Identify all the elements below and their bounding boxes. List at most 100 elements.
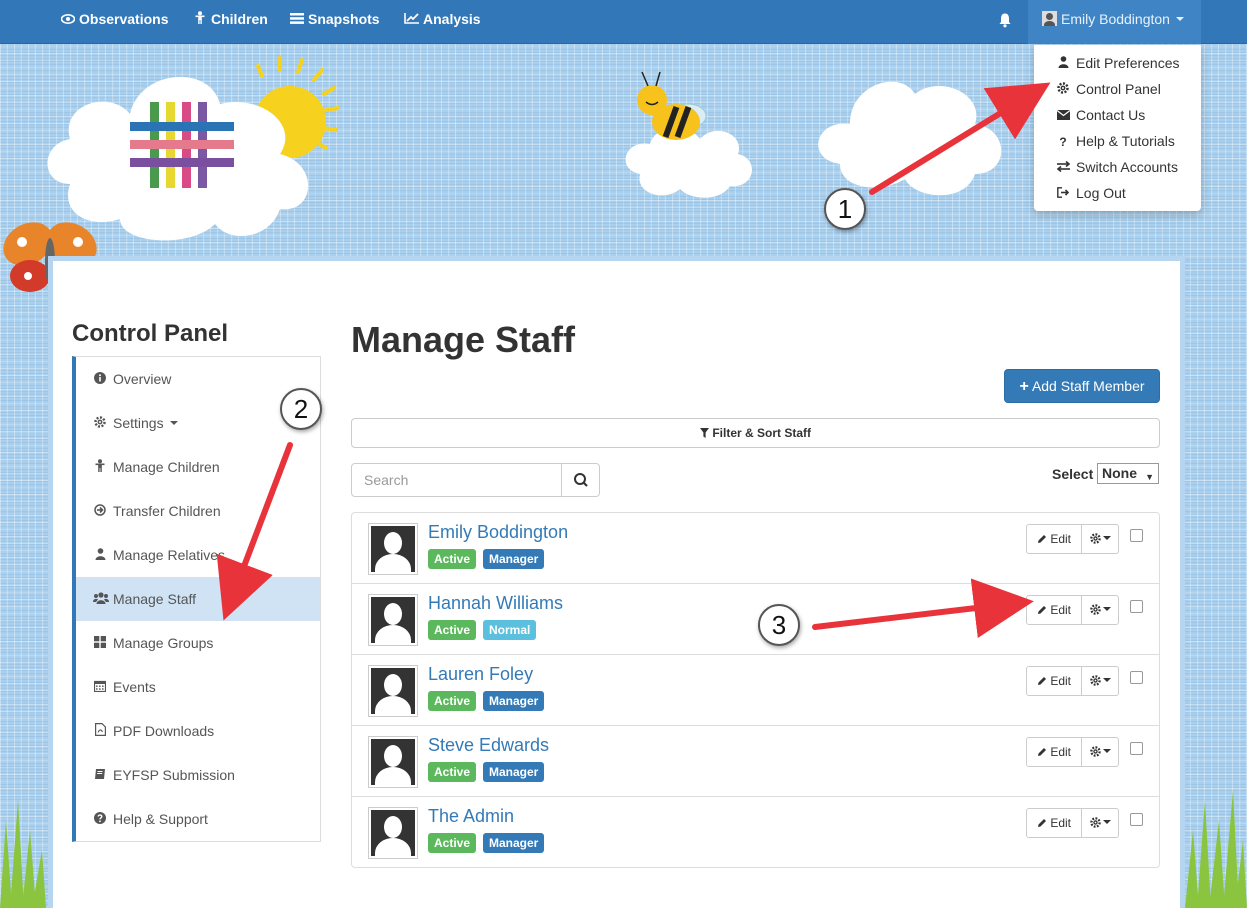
staff-name-link[interactable]: The Admin bbox=[428, 806, 514, 827]
caret-down-icon bbox=[1102, 749, 1111, 753]
sidebar-item-label: Help & Support bbox=[113, 811, 208, 827]
staff-name-link[interactable]: Hannah Williams bbox=[428, 593, 563, 614]
edit-button[interactable]: Edit bbox=[1026, 737, 1082, 767]
nav-observations-label: Observations bbox=[79, 11, 169, 27]
info-circle-icon bbox=[93, 359, 107, 403]
sidebar-item-manage-groups[interactable]: Manage Groups bbox=[76, 621, 320, 665]
sidebar-item-label: Overview bbox=[113, 371, 172, 387]
edit-button[interactable]: Edit bbox=[1026, 666, 1082, 696]
sidebar-item-label: EYFSP Submission bbox=[113, 767, 235, 783]
question-icon: ? bbox=[1059, 135, 1067, 149]
sidebar-item-label: Manage Children bbox=[113, 459, 220, 475]
envelope-icon bbox=[1056, 103, 1070, 129]
select-value: None bbox=[1102, 465, 1137, 481]
sidebar-item-manage-children[interactable]: Manage Children bbox=[76, 445, 320, 489]
nav-analysis[interactable]: Analysis bbox=[404, 0, 481, 44]
sidebar-item-events[interactable]: Events bbox=[76, 665, 320, 709]
exchange-icon bbox=[1056, 155, 1070, 181]
edit-button[interactable]: Edit bbox=[1026, 524, 1082, 554]
menu-item-label: Help & Tutorials bbox=[1076, 133, 1175, 149]
nav-analysis-label: Analysis bbox=[423, 11, 481, 27]
caret-down-icon bbox=[1175, 17, 1184, 21]
avatar bbox=[368, 523, 418, 575]
role-badge: Manager bbox=[483, 691, 545, 711]
row-actions-dropdown[interactable] bbox=[1081, 737, 1119, 767]
list-icon bbox=[289, 1, 304, 40]
sidebar-item-transfer-children[interactable]: Transfer Children bbox=[76, 489, 320, 533]
nav-children-label: Children bbox=[211, 11, 268, 27]
eye-icon bbox=[60, 1, 75, 40]
edit-button[interactable]: Edit bbox=[1026, 595, 1082, 625]
sidebar-item-eyfsp-submission[interactable]: EYFSP Submission bbox=[76, 753, 320, 797]
row-actions-dropdown[interactable] bbox=[1081, 595, 1119, 625]
nav-children[interactable]: Children bbox=[192, 0, 268, 44]
sidebar-item-label: Transfer Children bbox=[113, 503, 221, 519]
bell-icon[interactable] bbox=[997, 12, 1015, 30]
sidebar-item-label: Manage Groups bbox=[113, 635, 214, 651]
menu-item-switch-accounts[interactable]: Switch Accounts bbox=[1034, 154, 1201, 180]
staff-name-link[interactable]: Steve Edwards bbox=[428, 735, 549, 756]
plus-icon: + bbox=[1019, 378, 1029, 395]
status-badge: Active bbox=[428, 620, 477, 640]
row-actions-dropdown[interactable] bbox=[1081, 808, 1119, 838]
cog-icon bbox=[1089, 745, 1101, 759]
table-row: Emily Boddington Active Manager Edit bbox=[352, 513, 1159, 584]
row-actions-dropdown[interactable] bbox=[1081, 666, 1119, 696]
cog-icon bbox=[93, 403, 107, 447]
select-label: Select bbox=[1052, 466, 1094, 482]
select-dropdown[interactable]: None ▼ bbox=[1097, 463, 1159, 484]
th-large-icon bbox=[93, 623, 107, 667]
pencil-icon bbox=[1037, 816, 1047, 830]
menu-item-label: Contact Us bbox=[1076, 107, 1146, 123]
add-staff-member-button[interactable]: + Add Staff Member bbox=[1004, 369, 1160, 403]
avatar bbox=[368, 807, 418, 859]
user-menu-toggle[interactable]: Emily Boddington bbox=[1028, 0, 1201, 44]
row-select-checkbox[interactable] bbox=[1130, 671, 1143, 684]
row-select-checkbox[interactable] bbox=[1130, 600, 1143, 613]
status-badge: Active bbox=[428, 833, 477, 853]
step-1-callout: 1 bbox=[824, 188, 866, 230]
table-row: The Admin Active Manager Edit bbox=[352, 797, 1159, 868]
sidebar-item-help-support[interactable]: Help & Support bbox=[76, 797, 320, 841]
edit-label: Edit bbox=[1050, 674, 1072, 688]
filter-sort-label: Filter & Sort Staff bbox=[712, 426, 811, 440]
users-icon bbox=[93, 579, 109, 623]
search-button[interactable] bbox=[561, 463, 600, 497]
nav-snapshots[interactable]: Snapshots bbox=[289, 0, 380, 44]
step-3-callout: 3 bbox=[758, 604, 800, 646]
sidebar-item-pdf-downloads[interactable]: PDF Downloads bbox=[76, 709, 320, 753]
cog-icon bbox=[1089, 603, 1101, 617]
staff-name-link[interactable]: Emily Boddington bbox=[428, 522, 568, 543]
filter-sort-toggle[interactable]: Filter & Sort Staff bbox=[351, 418, 1160, 448]
edit-label: Edit bbox=[1050, 745, 1072, 759]
cog-icon bbox=[1089, 674, 1101, 688]
staff-name-link[interactable]: Lauren Foley bbox=[428, 664, 533, 685]
row-select-checkbox[interactable] bbox=[1130, 813, 1143, 826]
status-badge: Active bbox=[428, 549, 477, 569]
sidebar-item-label: PDF Downloads bbox=[113, 723, 215, 739]
row-select-checkbox[interactable] bbox=[1130, 742, 1143, 755]
pencil-icon bbox=[1037, 674, 1047, 688]
sidebar-item-manage-relatives[interactable]: Manage Relatives bbox=[76, 533, 320, 577]
row-select-checkbox[interactable] bbox=[1130, 529, 1143, 542]
row-actions-dropdown[interactable] bbox=[1081, 524, 1119, 554]
caret-down-icon bbox=[1102, 820, 1111, 824]
menu-item-help-tutorials[interactable]: ? Help & Tutorials bbox=[1034, 128, 1201, 154]
menu-item-edit-preferences[interactable]: Edit Preferences bbox=[1034, 50, 1201, 76]
sidebar-item-manage-staff[interactable]: Manage Staff bbox=[76, 577, 320, 621]
grass-right bbox=[1185, 790, 1247, 908]
staff-list: Emily Boddington Active Manager Edit Han… bbox=[351, 512, 1160, 868]
pencil-icon bbox=[1037, 532, 1047, 546]
nav-observations[interactable]: Observations bbox=[60, 0, 168, 44]
search-input[interactable] bbox=[351, 463, 562, 497]
sidebar-item-overview[interactable]: Overview bbox=[76, 357, 320, 401]
menu-item-contact-us[interactable]: Contact Us bbox=[1034, 102, 1201, 128]
cloud-right bbox=[818, 81, 1002, 196]
table-row: Hannah Williams Active Normal Edit bbox=[352, 584, 1159, 655]
sidebar-item-label: Events bbox=[113, 679, 156, 695]
edit-button[interactable]: Edit bbox=[1026, 808, 1082, 838]
line-chart-icon bbox=[404, 1, 419, 40]
menu-item-log-out[interactable]: Log Out bbox=[1034, 180, 1201, 206]
pencil-icon bbox=[1037, 745, 1047, 759]
menu-item-control-panel[interactable]: Control Panel bbox=[1034, 76, 1201, 102]
